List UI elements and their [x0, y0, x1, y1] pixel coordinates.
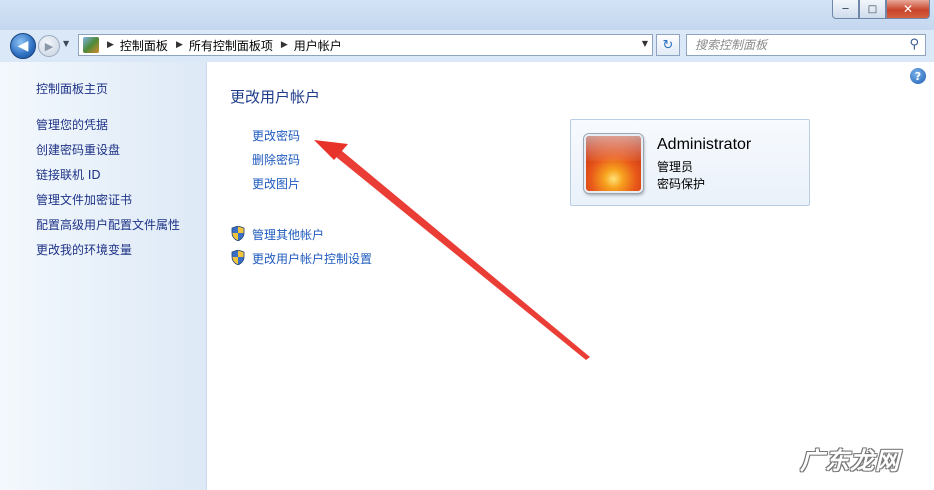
- sidebar-item-create-reset-disk[interactable]: 创建密码重设盘: [36, 141, 120, 158]
- sidebar-item-manage-credentials[interactable]: 管理您的凭据: [36, 116, 108, 133]
- remove-password-link[interactable]: 删除密码: [252, 151, 300, 168]
- change-password-link[interactable]: 更改密码: [252, 127, 300, 144]
- help-icon[interactable]: ?: [910, 68, 926, 84]
- manage-other-accounts-link[interactable]: 管理其他帐户: [252, 226, 324, 243]
- maximize-button[interactable]: □: [859, 0, 886, 19]
- close-button[interactable]: ✕: [886, 0, 930, 19]
- sidebar-item-link-online-id[interactable]: 链接联机 ID: [36, 166, 101, 183]
- search-box[interactable]: ⚲: [686, 34, 926, 56]
- sidebar-item-control-panel-home[interactable]: 控制面板主页: [36, 80, 108, 97]
- chevron-right-icon[interactable]: ▶: [107, 40, 114, 50]
- sidebar-item-encryption-certificates[interactable]: 管理文件加密证书: [36, 191, 132, 208]
- forward-button[interactable]: ▶: [38, 35, 60, 57]
- search-icon[interactable]: ⚲: [909, 37, 919, 52]
- page-title: 更改用户帐户: [230, 88, 321, 106]
- uac-settings-link[interactable]: 更改用户帐户控制设置: [252, 250, 372, 267]
- change-picture-link[interactable]: 更改图片: [252, 175, 300, 192]
- window-title-bar: ─ □ ✕: [0, 0, 934, 30]
- breadcrumb-control-panel[interactable]: 控制面板: [120, 37, 168, 54]
- chevron-right-icon[interactable]: ▶: [176, 40, 183, 50]
- account-role: 管理员: [657, 160, 694, 174]
- avatar-highlight: [586, 136, 641, 161]
- account-status: 密码保护: [657, 177, 706, 191]
- refresh-icon: ↻: [662, 37, 674, 53]
- sidebar-item-advanced-profile-properties[interactable]: 配置高级用户配置文件属性: [36, 216, 180, 233]
- address-dropdown-icon[interactable]: ▼: [642, 39, 648, 48]
- main-content-pane: ? 更改用户帐户 更改密码 删除密码 更改图片 管理其他帐户 更改用户帐户控制设…: [207, 62, 934, 490]
- search-input[interactable]: [695, 38, 895, 52]
- control-panel-icon: [83, 37, 99, 53]
- minimize-button[interactable]: ─: [832, 0, 859, 19]
- refresh-button[interactable]: ↻: [656, 34, 680, 56]
- chevron-right-icon[interactable]: ▶: [281, 40, 288, 50]
- uac-shield-icon: [231, 250, 245, 265]
- back-button[interactable]: ◀: [10, 33, 36, 59]
- sidebar-item-environment-variables[interactable]: 更改我的环境变量: [36, 241, 132, 258]
- account-tile: Administrator 管理员 密码保护: [570, 119, 810, 206]
- left-navigation-pane: 控制面板主页 管理您的凭据 创建密码重设盘 链接联机 ID 管理文件加密证书 配…: [0, 62, 207, 490]
- breadcrumb-user-accounts[interactable]: 用户帐户: [294, 37, 342, 54]
- watermark-text: 广东龙网: [800, 447, 900, 475]
- account-name: Administrator: [657, 136, 752, 153]
- address-bar[interactable]: ▶ 控制面板 ▶ 所有控制面板项 ▶ 用户帐户 ▼: [78, 34, 653, 56]
- breadcrumb-all-items[interactable]: 所有控制面板项: [189, 37, 273, 54]
- avatar: [584, 134, 643, 193]
- window-controls: ─ □ ✕: [832, 0, 930, 20]
- uac-shield-icon: [231, 226, 245, 241]
- navigation-toolbar: ◀ ▶ ▼ ▶ 控制面板 ▶ 所有控制面板项 ▶ 用户帐户 ▼ ↻ ⚲: [0, 30, 934, 62]
- recent-pages-dropdown-icon[interactable]: ▼: [63, 39, 69, 48]
